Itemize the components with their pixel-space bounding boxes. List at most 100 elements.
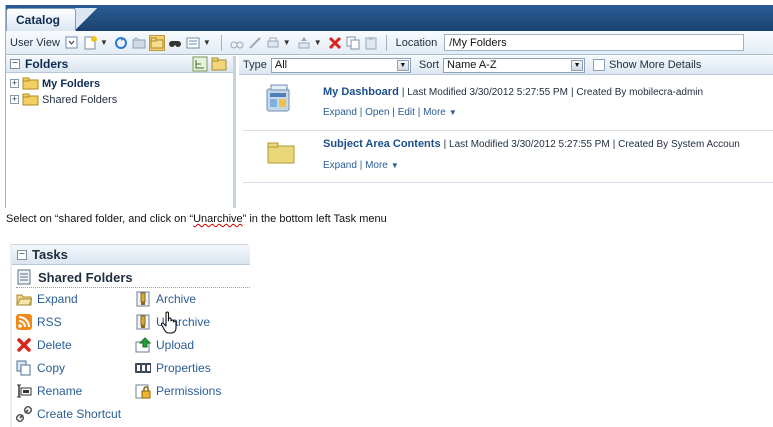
chevron-down-icon[interactable]: ▼: [391, 161, 399, 170]
tree-item-label: My Folders: [42, 77, 101, 90]
toolbar-separator: [385, 34, 387, 51]
show-more-details-checkbox[interactable]: [593, 59, 606, 71]
task-label: Properties: [156, 361, 211, 375]
tab-wing: [75, 8, 97, 31]
type-select-value: All: [274, 58, 288, 71]
item-modified: Last Modified 3/30/2012 5:27:55 PM: [449, 139, 610, 150]
folder-open-icon: [16, 291, 32, 307]
print-preview-icon[interactable]: [229, 35, 245, 51]
task-label: Unarchive: [156, 315, 211, 329]
task-properties[interactable]: Properties: [135, 359, 211, 377]
task-archive[interactable]: Archive: [135, 290, 196, 308]
task-label: Upload: [156, 338, 195, 352]
sort-select[interactable]: Name A-Z ▼: [443, 57, 586, 73]
catalog-item-row: My Dashboard | Last Modified 3/30/2012 5…: [323, 86, 703, 98]
task-label: Permissions: [156, 384, 222, 398]
item-action-links[interactable]: Expand | More: [323, 160, 388, 171]
refresh-icon[interactable]: [113, 35, 129, 51]
location-input[interactable]: [444, 34, 745, 51]
print-icon[interactable]: [265, 35, 281, 51]
search-icon[interactable]: [167, 35, 183, 51]
item-created: Created By System Accoun: [618, 139, 740, 150]
item-action-links[interactable]: Expand | Open | Edit | More: [323, 107, 446, 118]
task-expand[interactable]: Expand: [16, 290, 78, 308]
folders-collapse-icon[interactable]: −: [10, 59, 20, 69]
chevron-down-icon[interactable]: ▼: [449, 108, 457, 117]
rename-icon: [16, 383, 32, 399]
task-label: Rename: [37, 384, 83, 398]
task-label: RSS: [37, 315, 62, 329]
folders-title: Folders: [25, 57, 69, 71]
new-icon[interactable]: [82, 35, 98, 51]
task-delete[interactable]: Delete: [16, 336, 72, 354]
sort-label: Sort: [418, 59, 440, 71]
document-icon: [16, 269, 32, 285]
new-folder-icon[interactable]: [211, 56, 227, 72]
view-options-dropdown-icon[interactable]: ▼: [203, 38, 211, 47]
tasks-divider: [16, 287, 250, 288]
folder-view-icon[interactable]: [148, 34, 165, 51]
toolbar-separator: [220, 34, 222, 51]
tree-item-my-folders[interactable]: + My Folders: [10, 76, 100, 91]
view-options-icon[interactable]: [185, 35, 201, 51]
tasks-context: Shared Folders: [16, 269, 133, 285]
item-actions[interactable]: Expand | More ▼: [323, 159, 399, 171]
new-dropdown-icon[interactable]: ▼: [100, 38, 108, 47]
chevron-down-icon: ▼: [571, 59, 584, 71]
folder-icon: [22, 93, 39, 106]
catalog-list-pane: Type All ▼ Sort Name A-Z ▼ Show More Det…: [239, 56, 773, 208]
properties-icon: [135, 360, 151, 376]
item-modified: Last Modified 3/30/2012 5:27:55 PM: [407, 87, 568, 98]
task-create-shortcut[interactable]: Create Shortcut: [16, 405, 121, 423]
catalog-toolbar: User View ▼ ▼ ▼ ▼ Location /My Folders: [6, 31, 773, 55]
export-dropdown-icon[interactable]: ▼: [314, 38, 322, 47]
delete-toolbar-icon[interactable]: [327, 35, 343, 51]
tree-expand-icon[interactable]: [192, 56, 208, 72]
task-rename[interactable]: Rename: [16, 382, 82, 400]
folder-icon[interactable]: [267, 140, 295, 164]
tab-strip: [6, 5, 773, 31]
catalog-window: Catalog User View ▼ ▼ ▼ ▼ Location /My F…: [5, 5, 773, 208]
type-select[interactable]: All ▼: [270, 57, 411, 73]
task-label: Copy: [37, 361, 66, 375]
home-folder-icon[interactable]: [131, 35, 147, 51]
tree-item-shared-folders[interactable]: + Shared Folders: [10, 92, 117, 107]
folders-header: − Folders: [6, 56, 233, 73]
item-created: Created By mobilecra-admin: [576, 87, 704, 98]
print-dropdown-icon[interactable]: ▼: [283, 38, 291, 47]
instruction-before: Select on “shared folder, and click on “: [6, 213, 194, 225]
task-unarchive[interactable]: Unarchive: [135, 313, 210, 331]
task-label: Delete: [37, 338, 72, 352]
expand-toggle-icon[interactable]: +: [10, 79, 19, 88]
task-rss[interactable]: RSS: [16, 313, 62, 331]
filter-bar: Type All ▼ Sort Name A-Z ▼ Show More Det…: [239, 56, 773, 75]
edit-icon[interactable]: [247, 35, 263, 51]
sort-select-value: Name A-Z: [447, 58, 497, 71]
paste-icon[interactable]: [363, 35, 379, 51]
dashboard-icon[interactable]: [265, 83, 293, 113]
task-copy[interactable]: Copy: [16, 359, 65, 377]
tasks-collapse-icon[interactable]: −: [17, 249, 27, 260]
item-actions[interactable]: Expand | Open | Edit | More ▼: [323, 106, 457, 118]
user-view-dropdown-icon[interactable]: [64, 35, 80, 51]
upload-icon: [135, 337, 151, 353]
delete-icon: [16, 337, 32, 353]
catalog-item-row: Subject Area Contents | Last Modified 3/…: [323, 138, 740, 150]
archive-icon: [135, 291, 151, 307]
rss-icon: [16, 314, 32, 330]
row-divider: [243, 130, 773, 131]
task-upload[interactable]: Upload: [135, 336, 194, 354]
copy-toolbar-icon[interactable]: [345, 35, 361, 51]
show-more-details-label: Show More Details: [609, 59, 702, 71]
item-name-link[interactable]: Subject Area Contents: [323, 138, 441, 150]
tab-catalog[interactable]: Catalog: [6, 8, 76, 31]
permissions-icon: [135, 383, 151, 399]
expand-toggle-icon[interactable]: +: [10, 95, 19, 104]
instruction-text: Select on “shared folder, and click on “…: [6, 213, 387, 225]
tasks-context-title: Shared Folders: [38, 269, 133, 285]
task-permissions[interactable]: Permissions: [135, 382, 221, 400]
tasks-title: Tasks: [32, 247, 68, 262]
item-name-link[interactable]: My Dashboard: [323, 86, 399, 98]
export-icon[interactable]: [296, 35, 312, 51]
location-label: Location: [395, 36, 438, 49]
